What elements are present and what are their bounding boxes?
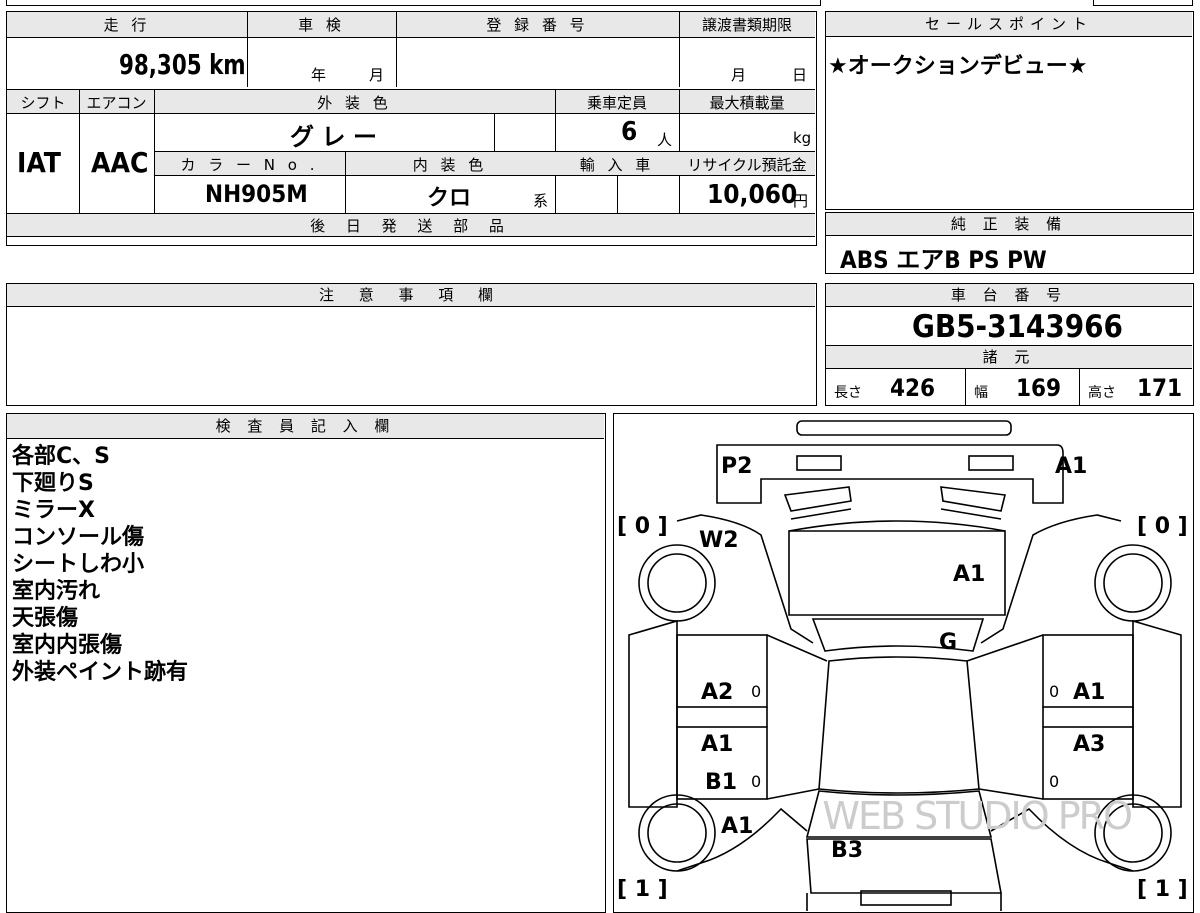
tire-front-left: [ 0 ] — [617, 514, 668, 539]
inspector-note: シートしわ小 — [12, 552, 145, 577]
aircon-label: エアコン — [86, 94, 147, 112]
height-label: 高さ — [1088, 385, 1116, 401]
sales-point-text: ★オークションデビュー★ — [828, 54, 1088, 79]
import-label: 輸 入 車 — [579, 156, 655, 174]
inspector-label: 検 査 員 記 入 欄 — [7, 414, 604, 439]
shaken-label: 車 検 — [298, 16, 345, 34]
top-sliver-right — [1093, 0, 1193, 6]
recycle-value: 10,060 — [707, 180, 798, 210]
sales-point-label: セールスポイント — [826, 12, 1192, 37]
door-mark: 0 — [751, 682, 761, 701]
specs-label: 諸 元 — [826, 346, 1192, 369]
shift-value: IAT — [17, 146, 61, 179]
inspector-note: ミラーX — [12, 498, 95, 523]
transfer-deadline-label: 譲渡書類期限 — [701, 16, 792, 34]
interior-color-label: 内 装 色 — [412, 156, 488, 174]
mark-left-rear-door-2: B1 — [705, 770, 737, 795]
shaken-month: 月 — [369, 66, 385, 84]
tire-rear-right: [ 1 ] — [1137, 877, 1188, 902]
width-label: 幅 — [974, 385, 988, 401]
inspector-note: 天張傷 — [12, 606, 79, 631]
mark-left-rear-fender: A1 — [721, 814, 753, 839]
color-no-label: カ ラ ー N o . — [180, 156, 319, 174]
mark-hood: A1 — [953, 562, 985, 587]
inspector-note: 下廻りS — [12, 471, 94, 496]
chassis-box: 車 台 番 号 GB5-3143966 諸 元 長さ 426 幅 169 高さ … — [825, 283, 1194, 406]
recycle-unit: 円 — [793, 192, 809, 210]
exterior-color-value: グ レ ー — [290, 123, 378, 151]
interior-color-suffix: 系 — [533, 192, 549, 210]
length-label: 長さ — [834, 385, 862, 401]
inspector-note: 室内内張傷 — [12, 633, 123, 658]
capacity-label: 乗車定員 — [586, 94, 647, 112]
car-diagram-box: WEB STUDIO PRO P2 A1 W2 A1 G A2 A1 A1 A3… — [613, 413, 1194, 913]
watermark: WEB STUDIO PRO — [822, 794, 1131, 838]
car-diagram: WEB STUDIO PRO P2 A1 W2 A1 G A2 A1 A1 A3… — [617, 420, 1188, 911]
tire-front-right: [ 0 ] — [1137, 514, 1188, 539]
mark-front-glass: G — [939, 630, 957, 655]
later-parts-label: 後 日 発 送 部 品 — [310, 217, 512, 235]
mileage-value: 98,305 km — [119, 48, 246, 81]
shaken-year: 年 — [311, 66, 327, 84]
notice-box: 注 意 事 項 欄 — [6, 283, 817, 406]
top-sliver — [6, 0, 821, 6]
mark-front-left: P2 — [721, 454, 752, 479]
vehicle-info-table: 走 行 車 検 登 録 番 号 譲渡書類期限 98,305 km 年 月 月 日… — [6, 11, 817, 246]
height-value: 171 — [1137, 374, 1183, 402]
shift-label: シフト — [20, 94, 66, 112]
max-load-unit: kg — [793, 129, 812, 147]
reg-number-label: 登 録 番 号 — [486, 16, 589, 34]
width-value: 169 — [1016, 374, 1062, 402]
mark-windshield: W2 — [699, 528, 739, 553]
transfer-day: 日 — [792, 66, 808, 84]
capacity-value: 6 — [621, 117, 638, 147]
aircon-value: AAC — [91, 146, 149, 179]
door-mark: 0 — [751, 772, 761, 791]
mark-front-right: A1 — [1055, 454, 1087, 479]
recycle-label: リサイクル預託金 — [687, 156, 807, 174]
mark-rear: B3 — [831, 838, 863, 863]
mark-left-rear-door: A1 — [701, 732, 733, 757]
mark-right-rear-door: A3 — [1073, 732, 1105, 757]
inspector-notes: 各部C、S 下廻りS ミラーX コンソール傷 シートしわ小 室内汚れ 天張傷 室… — [12, 443, 188, 686]
mileage-label: 走 行 — [103, 16, 151, 34]
notice-label: 注 意 事 項 欄 — [7, 284, 815, 307]
tire-rear-left: [ 1 ] — [617, 877, 668, 902]
capacity-unit: 人 — [657, 131, 673, 149]
chassis-value: GB5-3143966 — [912, 309, 1123, 345]
sales-point-box: セールスポイント ★オークションデビュー★ — [825, 11, 1194, 210]
length-value: 426 — [890, 374, 936, 402]
max-load-label: 最大積載量 — [709, 94, 785, 112]
mark-left-front-door: A2 — [701, 680, 733, 705]
inspector-note: コンソール傷 — [12, 525, 145, 550]
color-no-value: NH905M — [205, 180, 308, 208]
standard-equipment-box: 純 正 装 備 ABS エアB PS PW — [825, 212, 1194, 274]
interior-color-value: クロ — [427, 186, 472, 211]
standard-equipment-label: 純 正 装 備 — [826, 213, 1192, 236]
exterior-color-label: 外 装 色 — [317, 94, 392, 112]
inspector-note: 室内汚れ — [12, 579, 101, 604]
chassis-label: 車 台 番 号 — [826, 284, 1192, 307]
standard-equipment-value: ABS エアB PS PW — [840, 246, 1047, 274]
inspector-note: 外装ペイント跡有 — [12, 660, 189, 685]
mark-right-front-door: A1 — [1073, 680, 1105, 705]
inspector-box: 検 査 員 記 入 欄 各部C、S 下廻りS ミラーX コンソール傷 シートしわ… — [6, 413, 606, 913]
inspector-note: 各部C、S — [12, 444, 110, 469]
door-mark: 0 — [1049, 682, 1059, 701]
transfer-month: 月 — [731, 66, 747, 84]
door-mark: 0 — [1049, 772, 1059, 791]
